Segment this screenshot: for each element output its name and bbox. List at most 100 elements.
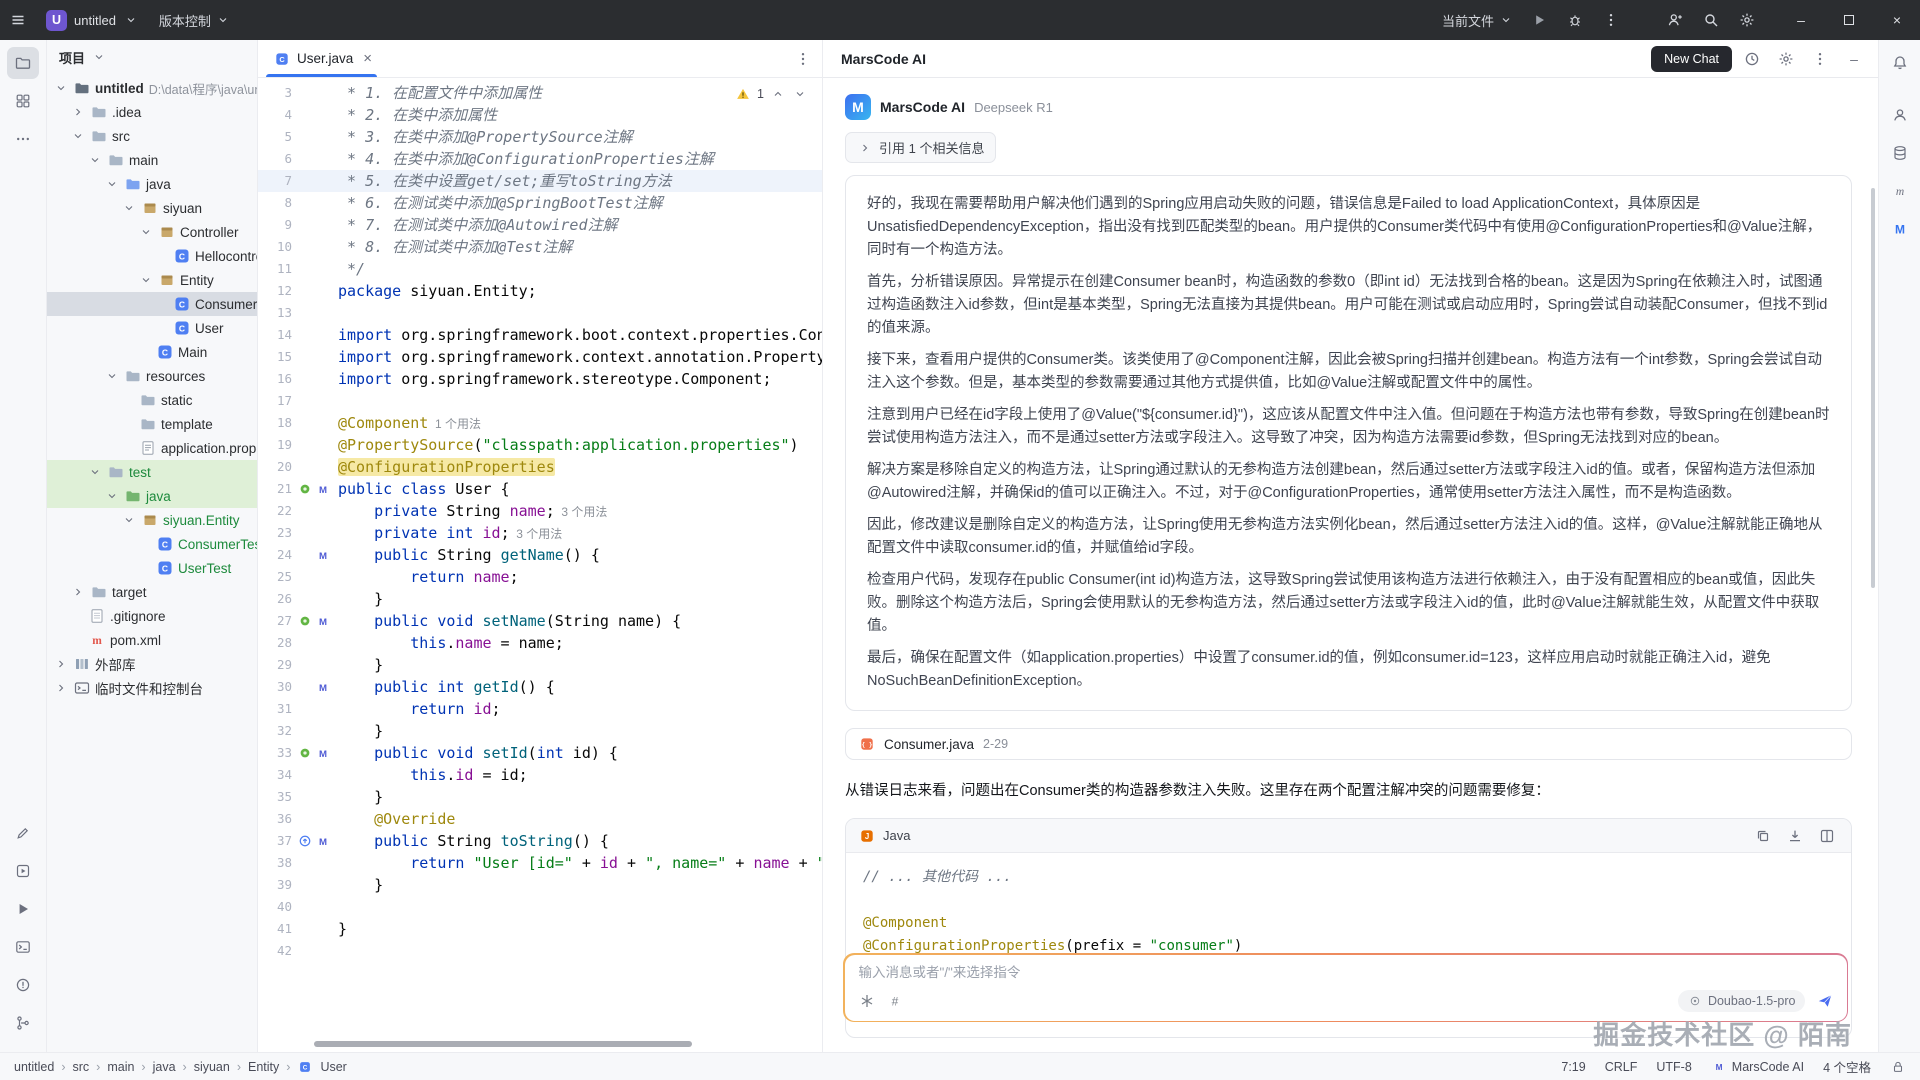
tree-item-user[interactable]: CUser bbox=[47, 316, 257, 340]
more-actions-button[interactable] bbox=[1594, 5, 1628, 35]
code-line-35[interactable]: 35 } bbox=[258, 786, 822, 808]
tree-item-consumertest[interactable]: CConsumerTest bbox=[47, 532, 257, 556]
line-number[interactable]: 38 bbox=[258, 852, 292, 874]
ai-minimize-button[interactable]: – bbox=[1840, 45, 1868, 73]
line-number[interactable]: 18 bbox=[258, 412, 292, 434]
database-tool-button[interactable] bbox=[1884, 137, 1916, 169]
services-tool-button[interactable] bbox=[7, 855, 39, 887]
chevron-down-icon[interactable] bbox=[70, 128, 86, 144]
maximize-button[interactable] bbox=[1826, 0, 1872, 40]
tree-item-application-proper[interactable]: application.proper... bbox=[47, 436, 257, 460]
code-line-7[interactable]: 7 * 5. 在类中设置get/set;重写toString方法 bbox=[258, 170, 822, 192]
chevron-right-icon[interactable] bbox=[70, 104, 86, 120]
marscode-gutter-icon[interactable]: M bbox=[315, 481, 331, 497]
line-number[interactable]: 16 bbox=[258, 368, 292, 390]
chevron-down-icon[interactable] bbox=[138, 224, 154, 240]
code-line-22[interactable]: 22 private String name; 3 个用法 bbox=[258, 500, 822, 522]
project-widget[interactable]: U untitled bbox=[40, 7, 145, 34]
code-line-6[interactable]: 6 * 4. 在类中添加@ConfigurationProperties注解 bbox=[258, 148, 822, 170]
minimize-button[interactable]: – bbox=[1778, 0, 1824, 40]
run-tool-button[interactable] bbox=[7, 893, 39, 925]
ai-assistant-tool-button[interactable] bbox=[1884, 99, 1916, 131]
ai-settings-button[interactable] bbox=[1772, 45, 1800, 73]
code-line-26[interactable]: 26 } bbox=[258, 588, 822, 610]
ai-more-button[interactable] bbox=[1806, 45, 1834, 73]
breadcrumb-item-user[interactable]: User bbox=[320, 1060, 346, 1074]
line-number[interactable]: 20 bbox=[258, 456, 292, 478]
code-line-14[interactable]: 14import org.springframework.boot.contex… bbox=[258, 324, 822, 346]
tree-item-item[interactable]: 外部库 bbox=[47, 652, 257, 676]
main-menu-icon[interactable] bbox=[10, 12, 26, 28]
line-ending[interactable]: CRLF bbox=[1605, 1060, 1638, 1074]
code-with-me-button[interactable] bbox=[1658, 5, 1692, 35]
code-line-24[interactable]: 24M public String getName() { bbox=[258, 544, 822, 566]
commands-icon[interactable] bbox=[859, 993, 875, 1009]
chevron-down-icon[interactable] bbox=[87, 152, 103, 168]
chevron-right-icon[interactable] bbox=[70, 584, 86, 600]
settings-button[interactable] bbox=[1730, 5, 1764, 35]
code-line-33[interactable]: 33M public void setId(int id) { bbox=[258, 742, 822, 764]
code-line-28[interactable]: 28 this.name = name; bbox=[258, 632, 822, 654]
chevron-down-icon[interactable] bbox=[104, 488, 120, 504]
code-area[interactable]: 3 * 1. 在配置文件中添加属性4 * 2. 在类中添加属性5 * 3. 在类… bbox=[258, 78, 822, 1052]
close-icon[interactable]: × bbox=[360, 50, 375, 67]
file-encoding[interactable]: UTF-8 bbox=[1656, 1060, 1691, 1074]
marscode-tool-button[interactable]: M bbox=[1884, 213, 1916, 245]
tree-item-java[interactable]: java bbox=[47, 172, 257, 196]
spring-bean-icon[interactable] bbox=[297, 745, 313, 761]
tree-item-main[interactable]: CMain bbox=[47, 340, 257, 364]
code-line-10[interactable]: 10 * 8. 在测试类中添加@Test注解 bbox=[258, 236, 822, 258]
tree-item-controller[interactable]: Controller bbox=[47, 220, 257, 244]
tree-item-pom-xml[interactable]: mpom.xml bbox=[47, 628, 257, 652]
code-line-5[interactable]: 5 * 3. 在类中添加@PropertySource注解 bbox=[258, 126, 822, 148]
terminal-tool-button[interactable] bbox=[7, 931, 39, 963]
run-config-selector[interactable]: 当前文件 bbox=[1442, 11, 1514, 30]
inspections-widget[interactable]: 1 bbox=[735, 86, 808, 102]
code-line-37[interactable]: 37M public String toString() { bbox=[258, 830, 822, 852]
line-number[interactable]: 11 bbox=[258, 258, 292, 280]
notifications-button[interactable] bbox=[1884, 47, 1916, 79]
chat-history-button[interactable] bbox=[1738, 45, 1766, 73]
line-number[interactable]: 25 bbox=[258, 566, 292, 588]
line-number[interactable]: 19 bbox=[258, 434, 292, 456]
caret-position[interactable]: 7:19 bbox=[1561, 1060, 1585, 1074]
tree-item-usertest[interactable]: CUserTest bbox=[47, 556, 257, 580]
commit-tool-button[interactable] bbox=[7, 817, 39, 849]
line-number[interactable]: 27 bbox=[258, 610, 292, 632]
line-number[interactable]: 23 bbox=[258, 522, 292, 544]
vcs-widget[interactable]: 版本控制 bbox=[159, 11, 231, 30]
vcs-tool-button[interactable] bbox=[7, 1007, 39, 1039]
tree-item-item[interactable]: 临时文件和控制台 bbox=[47, 676, 257, 700]
code-line-29[interactable]: 29 } bbox=[258, 654, 822, 676]
line-number[interactable]: 24 bbox=[258, 544, 292, 566]
line-number[interactable]: 7 bbox=[258, 170, 292, 192]
line-number[interactable]: 33 bbox=[258, 742, 292, 764]
tree-item-siyuan[interactable]: siyuan bbox=[47, 196, 257, 220]
spring-bean-icon[interactable] bbox=[297, 481, 313, 497]
tree-item-resources[interactable]: resources bbox=[47, 364, 257, 388]
code-line-18[interactable]: 18@Component 1 个用法 bbox=[258, 412, 822, 434]
line-number[interactable]: 4 bbox=[258, 104, 292, 126]
code-line-13[interactable]: 13 bbox=[258, 302, 822, 324]
code-line-42[interactable]: 42 bbox=[258, 940, 822, 962]
new-chat-button[interactable]: New Chat bbox=[1651, 46, 1732, 72]
indent-setting[interactable]: 4 个空格 bbox=[1823, 1057, 1871, 1076]
diff-code-button[interactable] bbox=[1813, 822, 1841, 850]
run-button[interactable] bbox=[1522, 5, 1556, 35]
line-number[interactable]: 17 bbox=[258, 390, 292, 412]
tree-item-entity[interactable]: Entity bbox=[47, 268, 257, 292]
spring-bean-icon[interactable] bbox=[297, 613, 313, 629]
problems-tool-button[interactable] bbox=[7, 969, 39, 1001]
code-line-17[interactable]: 17 bbox=[258, 390, 822, 412]
line-number[interactable]: 36 bbox=[258, 808, 292, 830]
close-button[interactable]: × bbox=[1874, 0, 1920, 40]
code-line-36[interactable]: 36 @Override bbox=[258, 808, 822, 830]
code-line-9[interactable]: 9 * 7. 在测试类中添加@Autowired注解 bbox=[258, 214, 822, 236]
tree-item-main[interactable]: main bbox=[47, 148, 257, 172]
code-line-12[interactable]: 12package siyuan.Entity; bbox=[258, 280, 822, 302]
tree-item-src[interactable]: src bbox=[47, 124, 257, 148]
marscode-gutter-icon[interactable]: M bbox=[315, 745, 331, 761]
code-line-11[interactable]: 11 */ bbox=[258, 258, 822, 280]
more-tools-button[interactable] bbox=[7, 123, 39, 155]
code-line-19[interactable]: 19@PropertySource("classpath:application… bbox=[258, 434, 822, 456]
